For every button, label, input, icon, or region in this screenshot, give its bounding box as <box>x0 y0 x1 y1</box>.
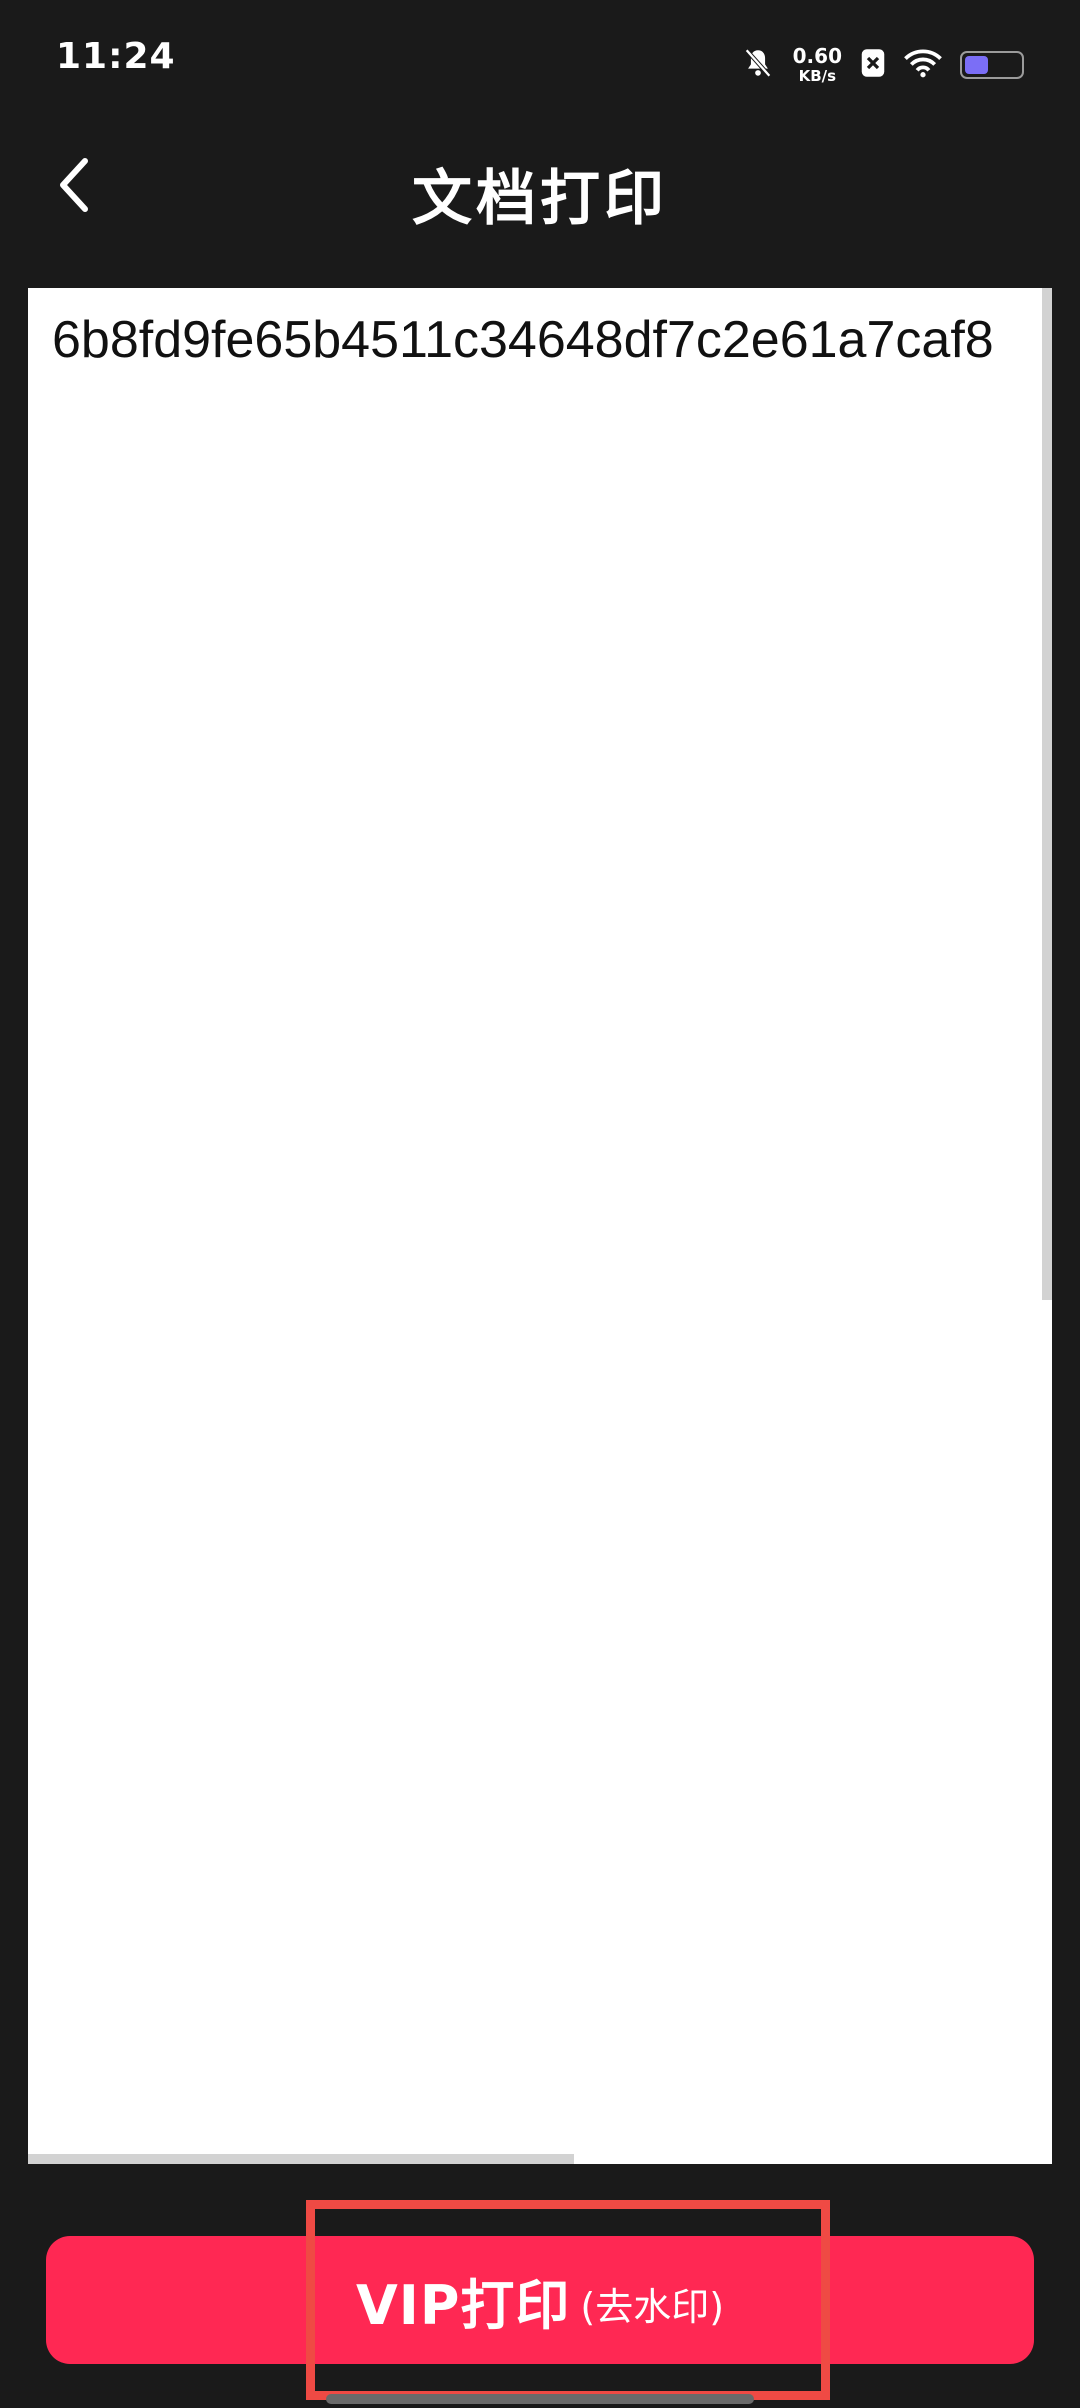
status-icons: 0.60 KB/s <box>741 40 1024 90</box>
document-text: 6b8fd9fe65b4511c34648df7c2e61a7caf8 <box>52 311 994 369</box>
bell-off-icon <box>741 46 775 84</box>
document-preview[interactable]: 6b8fd9fe65b4511c34648df7c2e61a7caf8 <box>28 288 1052 2164</box>
header: 文档打印 <box>0 120 1080 255</box>
net-speed-unit: KB/s <box>798 67 837 85</box>
status-time: 11:24 <box>56 36 176 77</box>
page-title: 文档打印 <box>412 164 668 234</box>
net-speed-value: 0.60 <box>792 44 842 68</box>
vip-print-sub-label: (去水印) <box>580 2284 725 2329</box>
status-bar: 11:24 0.60 KB/s <box>0 0 1080 120</box>
horizontal-scrollbar[interactable] <box>28 2154 574 2164</box>
vertical-scrollbar[interactable] <box>1042 288 1052 1300</box>
vip-print-label: VIP打印 <box>355 2273 571 2337</box>
wifi-icon <box>904 48 942 82</box>
home-indicator <box>326 2394 754 2404</box>
battery-fill <box>965 56 988 74</box>
net-speed: 0.60 KB/s <box>793 46 842 84</box>
x-app-icon <box>860 48 886 82</box>
battery-icon <box>960 51 1024 79</box>
vip-print-button[interactable]: VIP打印 (去水印) <box>46 2236 1034 2364</box>
